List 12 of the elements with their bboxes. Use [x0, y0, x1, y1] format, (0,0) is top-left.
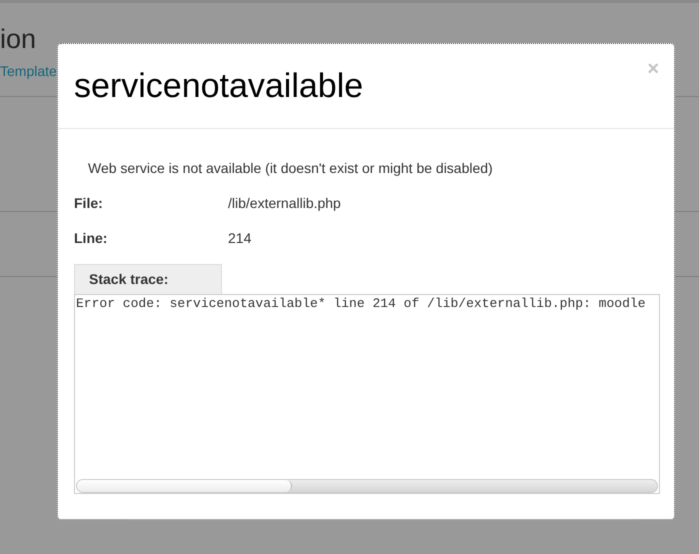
- field-value: /lib/externallib.php: [228, 194, 341, 212]
- stack-trace-tab[interactable]: Stack trace:: [74, 264, 222, 294]
- stack-trace-text: Error code: servicenotavailable* line 214 of /lib/externallib.php: moodle: [75, 295, 646, 312]
- error-message: Web service is not available (it doesn't exist or might be disabled): [88, 159, 493, 177]
- page-heading: ion: [0, 23, 36, 55]
- field-label: Line:: [74, 229, 108, 247]
- template-link[interactable]: Template: [0, 62, 57, 80]
- field-value: 214: [228, 229, 252, 247]
- close-button[interactable]: ×: [647, 58, 659, 80]
- dialog-title: servicenotavailable: [74, 66, 364, 106]
- horizontal-scrollbar[interactable]: [76, 479, 658, 493]
- field-label: File:: [74, 194, 104, 212]
